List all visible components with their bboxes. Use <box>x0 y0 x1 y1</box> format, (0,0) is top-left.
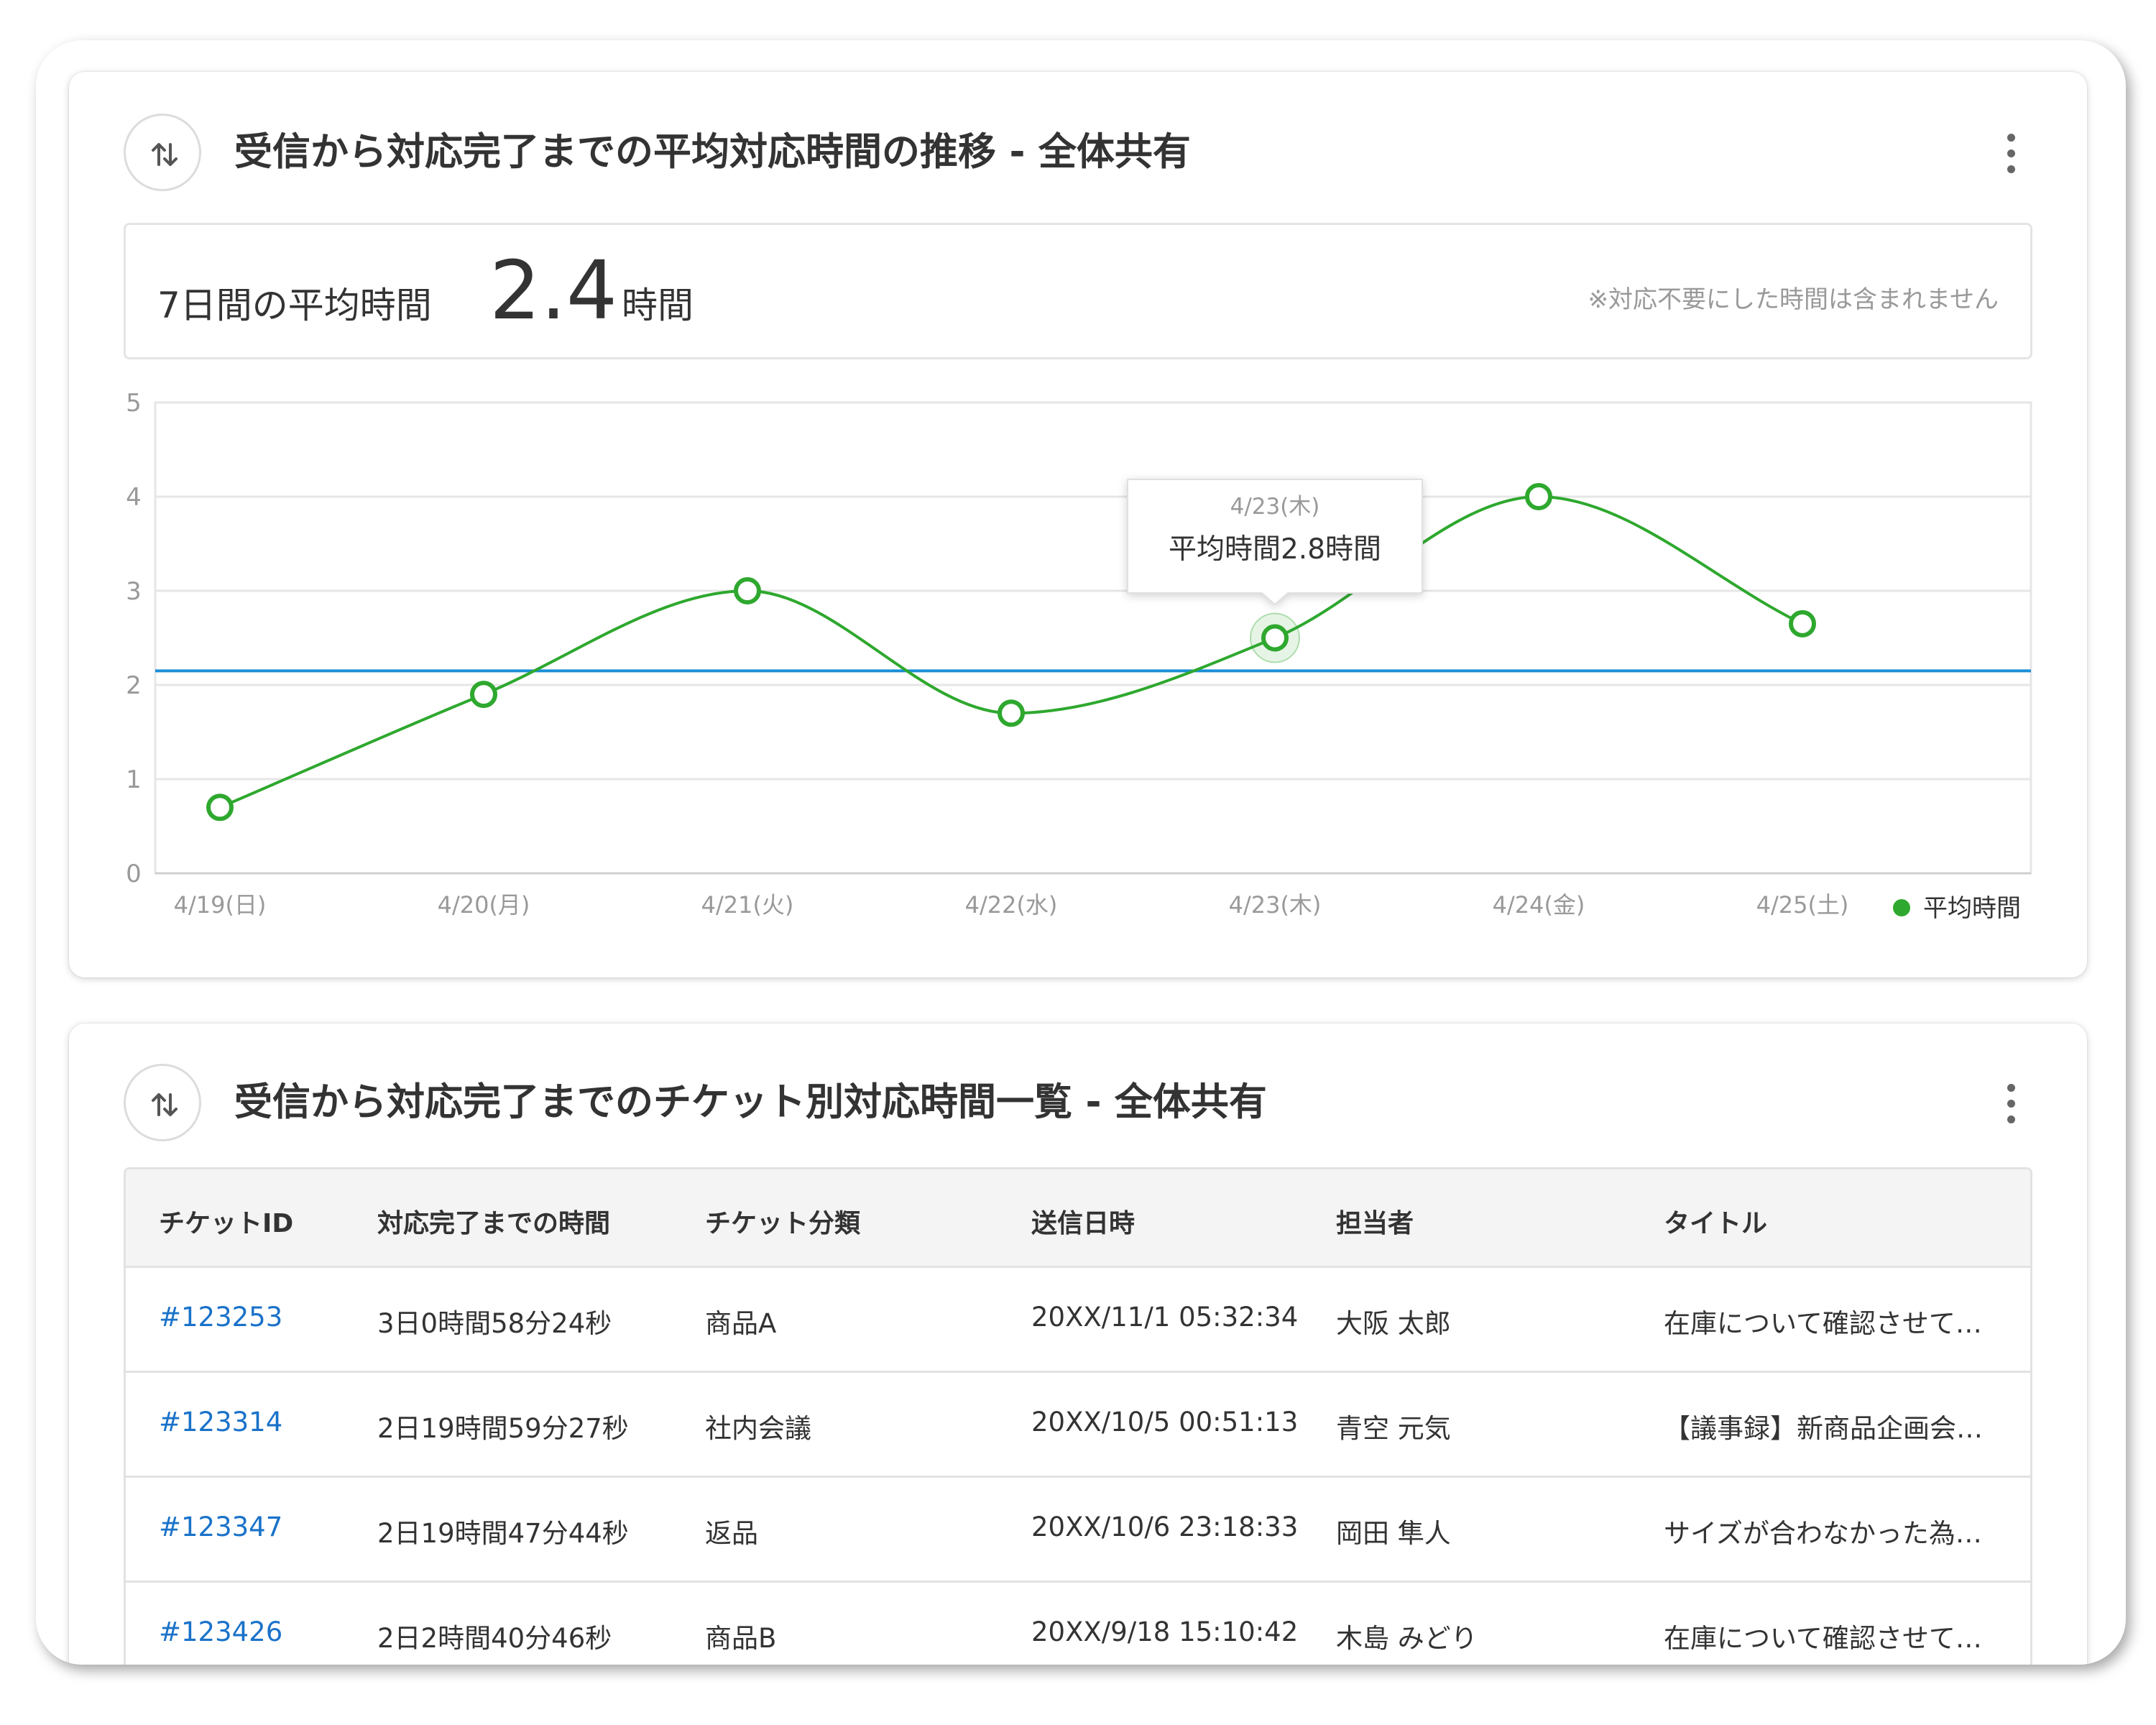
ticket-category: 商品A <box>705 1308 777 1339</box>
column-header-category[interactable]: チケット分類 <box>705 1202 860 1240</box>
assignee: 大阪 太郎 <box>1336 1308 1451 1339</box>
tooltip-date: 4/23(木) <box>1230 494 1320 520</box>
window-frame: 受信から対応完了までの平均対応時間の推移 - 全体共有 7日間の平均時間 2.4… <box>36 40 2126 1665</box>
column-header-ticket-id[interactable]: チケットID <box>159 1202 293 1240</box>
data-point <box>1261 624 1289 652</box>
y-tick-label: 2 <box>126 671 142 700</box>
ticket-id-link[interactable]: #123314 <box>159 1407 282 1438</box>
assignee: 岡田 隼人 <box>1336 1518 1451 1549</box>
tooltip: 4/23(木) 平均時間2.8時間 <box>1127 479 1423 606</box>
column-header-title[interactable]: タイトル <box>1664 1202 2001 1240</box>
x-tick-label: 4/19(日) <box>174 891 267 919</box>
ticket-title: 在庫について確認させて… <box>1664 1308 1982 1339</box>
sent-datetime: 20XX/9/18 15:10:42 <box>1031 1616 1299 1647</box>
card-title: 受信から対応完了までのチケット別対応時間一覧 - 全体共有 <box>234 1080 1267 1124</box>
more-menu-icon[interactable] <box>2004 1082 2018 1126</box>
data-point <box>206 794 234 822</box>
x-tick-label: 4/20(月) <box>438 891 530 919</box>
ticket-id-link[interactable]: #123347 <box>159 1512 282 1542</box>
ticket-id-link[interactable]: #123426 <box>159 1616 282 1647</box>
y-tick-label: 4 <box>126 483 142 512</box>
sent-datetime: 20XX/10/5 00:51:13 <box>1031 1407 1299 1438</box>
column-header-sent-at[interactable]: 送信日時 <box>1031 1202 1135 1240</box>
response-time: 2日19時間59分27秒 <box>377 1413 629 1444</box>
y-tick-label: 1 <box>126 765 142 794</box>
ticket-category: 商品B <box>705 1623 777 1654</box>
line-chart: 0 1 2 3 4 5 4/19(日) 4/20(月) 4/21(火) 4/22(水) 4/23(木… <box>126 389 2032 923</box>
column-header-time[interactable]: 対応完了までの時間 <box>377 1202 610 1240</box>
data-point <box>470 681 497 709</box>
plot-area <box>154 401 2032 875</box>
ticket-table: チケットID 対応完了までの時間 チケット分類 送信日時 担当者 タイトル #1… <box>124 1167 2032 1665</box>
legend-label: 平均時間 <box>1923 894 2021 923</box>
response-time: 2日2時間40分46秒 <box>377 1623 612 1654</box>
ticket-title: 【議事録】新商品企画会議… <box>1664 1413 2001 1444</box>
legend-marker <box>1893 899 1910 916</box>
sort-toggle-button[interactable] <box>124 1064 201 1141</box>
y-tick-label: 0 <box>126 860 142 888</box>
series-line <box>219 494 1803 809</box>
data-point <box>1525 483 1552 510</box>
table-row[interactable]: #123426 2日2時間40分46秒 商品B 20XX/9/18 15:10:… <box>126 1581 2030 1665</box>
sent-datetime: 20XX/11/1 05:32:34 <box>1031 1302 1299 1333</box>
data-point <box>998 699 1025 727</box>
sent-datetime: 20XX/10/6 23:18:33 <box>1031 1512 1299 1542</box>
table-row[interactable]: #123347 2日19時間47分44秒 返品 20XX/10/6 23:18:… <box>126 1476 2030 1583</box>
ticket-title: 在庫について確認させて… <box>1664 1623 1982 1654</box>
table-row[interactable]: #123314 2日19時間59分27秒 社内会議 20XX/10/5 00:5… <box>126 1371 2030 1478</box>
x-tick-label: 4/22(水) <box>965 891 1058 919</box>
x-tick-label: 4/21(火) <box>701 891 794 919</box>
x-tick-label: 4/23(木) <box>1229 891 1322 919</box>
assignee: 木島 みどり <box>1336 1623 1478 1654</box>
response-time: 3日0時間58分24秒 <box>377 1308 612 1339</box>
table-header: チケットID 対応完了までの時間 チケット分類 送信日時 担当者 タイトル <box>126 1169 2030 1268</box>
ticket-category: 社内会議 <box>705 1413 811 1444</box>
data-point <box>734 577 761 604</box>
column-header-assignee[interactable]: 担当者 <box>1336 1202 1414 1240</box>
average-time-card: 受信から対応完了までの平均対応時間の推移 - 全体共有 7日間の平均時間 2.4… <box>69 72 2087 978</box>
y-tick-label: 3 <box>126 577 142 606</box>
ticket-category: 返品 <box>705 1518 758 1549</box>
y-tick-label: 5 <box>126 389 142 418</box>
table-row[interactable]: #123253 3日0時間58分24秒 商品A 20XX/11/1 05:32:… <box>126 1266 2030 1373</box>
sort-arrows-icon <box>152 1093 178 1116</box>
ticket-id-link[interactable]: #123253 <box>159 1302 282 1333</box>
response-time: 2日19時間47分44秒 <box>377 1518 629 1549</box>
assignee: 青空 元気 <box>1336 1413 1451 1444</box>
ticket-time-card: 受信から対応完了までのチケット別対応時間一覧 - 全体共有 チケットID 対応完… <box>69 1024 2087 1665</box>
data-point <box>1789 610 1816 638</box>
x-tick-label: 4/24(金) <box>1493 891 1585 919</box>
x-tick-label: 4/25(土) <box>1756 891 1849 919</box>
ticket-title: サイズが合わなかった為… <box>1664 1518 1982 1549</box>
tooltip-value: 平均時間2.8時間 <box>1169 533 1381 566</box>
